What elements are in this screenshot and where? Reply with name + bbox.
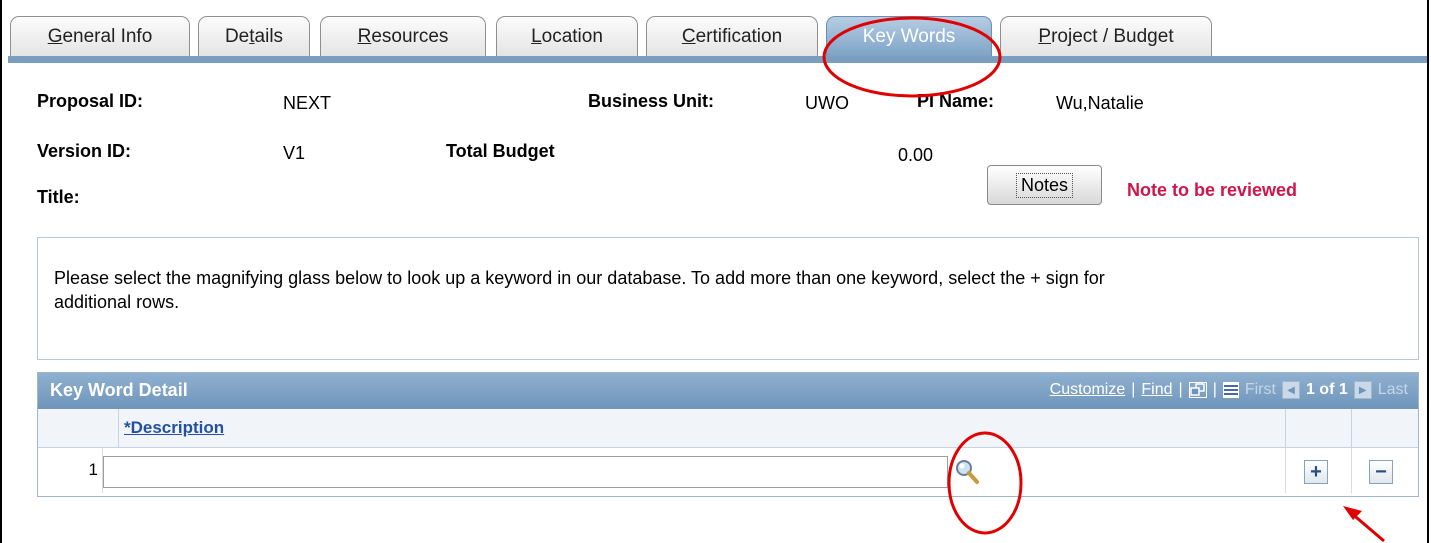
title-label: Title:: [37, 187, 80, 207]
column-separator: [1285, 448, 1286, 493]
tab-general-info[interactable]: General Info: [10, 16, 190, 56]
tab-certification[interactable]: Certification: [646, 16, 818, 56]
key-word-detail-grid: Key Word Detail Customize | Find | | Fir…: [37, 372, 1419, 497]
tab-resources[interactable]: Resources: [320, 16, 486, 56]
view-all-icon[interactable]: [1188, 382, 1207, 398]
tab-project-budget[interactable]: Project / Budget: [1000, 16, 1212, 56]
nav-separator: |: [1212, 381, 1217, 398]
version-id-label: Version ID:: [37, 141, 132, 161]
tab-label-accesskey: C: [681, 25, 696, 47]
annotation-arrow-line: [1349, 510, 1385, 543]
column-header-row: *Description: [38, 409, 1418, 448]
frame-left-border: [0, 0, 2, 543]
tab-label: eneral Info: [62, 25, 153, 47]
tab-label: ocation: [541, 25, 603, 47]
row-number: 1: [88, 460, 98, 479]
business-unit-label: Business Unit:: [588, 91, 715, 111]
grid-title: Key Word Detail: [50, 380, 188, 400]
notes-button[interactable]: Notes: [987, 165, 1102, 205]
description-input[interactable]: [103, 456, 948, 488]
pi-name-value: Wu,Natalie: [1056, 93, 1144, 113]
last-link: Last: [1377, 381, 1408, 398]
proposal-id-value: NEXT: [283, 93, 332, 113]
proposal-id-label: Proposal ID:: [37, 91, 144, 111]
column-separator: [1351, 448, 1352, 493]
note-status: Note to be reviewed: [1127, 180, 1298, 200]
pi-name-label: PI Name:: [917, 91, 995, 111]
business-unit-value: UWO: [805, 93, 849, 113]
column-separator: [1285, 409, 1286, 447]
tab-label: De: [224, 25, 250, 47]
nav-separator: |: [1178, 381, 1183, 398]
row-count: 1 of 1: [1305, 381, 1348, 398]
version-id-value: V1: [283, 143, 306, 163]
notes-button-label: Notes: [1015, 172, 1074, 198]
lookup-magnifying-glass-icon[interactable]: [954, 458, 980, 486]
download-spreadsheet-icon[interactable]: [1222, 382, 1239, 398]
tab-key-words[interactable]: Key Words: [826, 16, 992, 56]
tab-location[interactable]: Location: [496, 16, 638, 56]
tab-label: ertification: [695, 25, 783, 47]
tab-label: ails: [254, 25, 284, 47]
nav-separator: |: [1131, 381, 1136, 398]
grid-navigation: Customize | Find | | First ◀ 1 of 1 ▶ La…: [1050, 381, 1408, 399]
column-separator: [118, 409, 119, 447]
tab-label-accesskey: L: [531, 25, 542, 47]
customize-link[interactable]: Customize: [1050, 381, 1126, 399]
total-budget-label: Total Budget: [446, 141, 555, 161]
find-link[interactable]: Find: [1141, 381, 1172, 399]
tab-label-accesskey: G: [47, 25, 63, 47]
description-column-header[interactable]: *Description: [124, 418, 224, 438]
tab-label: Key Words: [862, 25, 956, 47]
delete-row-button[interactable]: −: [1369, 460, 1393, 484]
annotation-arrow-head: [1343, 506, 1362, 520]
tab-label: roject / Budget: [1051, 25, 1174, 47]
tab-underline-bar: [8, 56, 1427, 63]
tab-details[interactable]: De t ails: [198, 16, 310, 56]
tab-label-accesskey: P: [1038, 25, 1052, 47]
first-link: First: [1244, 381, 1276, 398]
total-budget-value: 0.00: [898, 145, 934, 165]
frame-right-border: [1427, 0, 1429, 543]
instructions-text: Please select the magnifying glass below…: [54, 268, 1105, 312]
next-arrow-icon: ▶: [1353, 381, 1372, 399]
previous-arrow-icon: ◀: [1281, 381, 1300, 399]
column-separator: [1351, 409, 1352, 447]
instructions-box: Please select the magnifying glass below…: [37, 237, 1419, 360]
grid-header: Key Word Detail Customize | Find | | Fir…: [38, 373, 1418, 409]
add-row-button[interactable]: +: [1304, 460, 1328, 484]
tab-label-accesskey: R: [357, 25, 372, 47]
table-row: 1 + −: [38, 448, 1418, 493]
tab-label: esources: [371, 25, 449, 47]
